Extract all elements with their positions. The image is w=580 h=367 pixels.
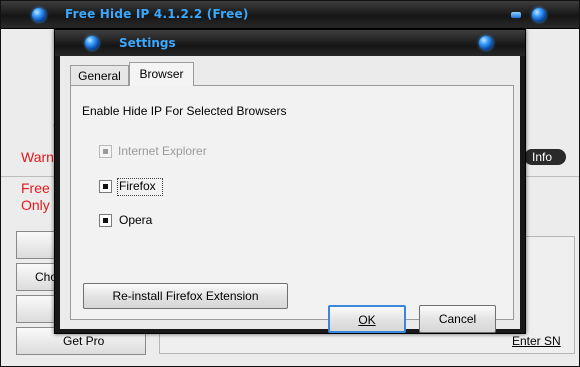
ie-label: Internet Explorer [118, 144, 207, 158]
opera-label[interactable]: Opera [119, 213, 152, 227]
opera-checkbox[interactable] [99, 214, 112, 227]
close-orb-icon[interactable] [532, 8, 546, 22]
free-notice-fragment: Only [21, 197, 50, 213]
firefox-checkbox[interactable] [99, 180, 112, 193]
tab-general[interactable]: General [70, 65, 129, 86]
checkmark-icon [103, 218, 108, 223]
app-orb-icon [32, 8, 46, 22]
checkmark-icon [103, 149, 108, 154]
enter-sn-link[interactable]: Enter SN [512, 334, 561, 348]
info-button[interactable]: Info [524, 149, 566, 165]
dialog-titlebar[interactable]: Settings [55, 30, 525, 56]
main-window-title: Free Hide IP 4.1.2.2 (Free) [65, 7, 249, 21]
settings-dialog: Settings General Browser Enable Hide IP … [54, 29, 526, 334]
cancel-label: Cancel [438, 312, 477, 326]
dialog-close-orb-icon[interactable] [479, 36, 493, 50]
browser-tab-panel: Enable Hide IP For Selected Browsers Int… [70, 85, 514, 320]
warning-text-fragment: Warn [21, 149, 54, 165]
section-heading: Enable Hide IP For Selected Browsers [82, 104, 287, 118]
free-notice-fragment: Free [21, 180, 50, 196]
tab-browser[interactable]: Browser [129, 62, 194, 86]
reinstall-firefox-extension-button[interactable]: Re-install Firefox Extension [83, 283, 288, 309]
minimize-icon[interactable] [511, 12, 521, 18]
main-titlebar[interactable]: Free Hide IP 4.1.2.2 (Free) [1, 1, 579, 29]
cancel-button[interactable]: Cancel [419, 305, 496, 333]
dialog-body: General Browser Enable Hide IP For Selec… [60, 56, 520, 329]
ok-button[interactable]: OK [328, 305, 406, 333]
ie-checkbox [99, 145, 112, 158]
ok-label: OK [358, 313, 376, 327]
firefox-label[interactable]: Firefox [119, 179, 156, 193]
checkmark-icon [103, 184, 108, 189]
dialog-orb-icon [85, 36, 99, 50]
dialog-title: Settings [119, 36, 176, 50]
